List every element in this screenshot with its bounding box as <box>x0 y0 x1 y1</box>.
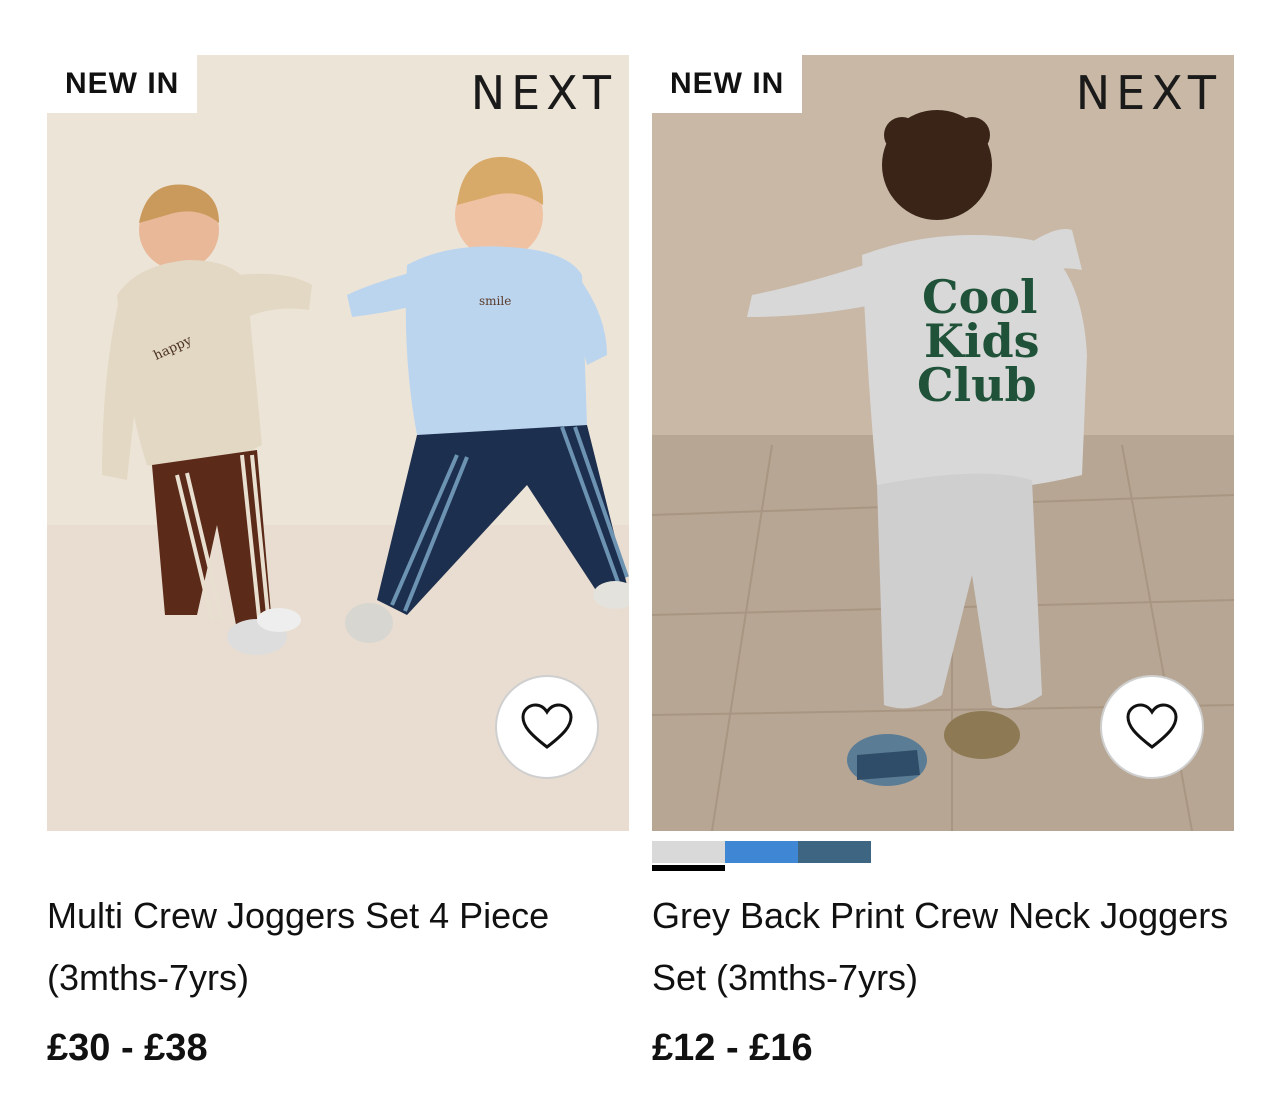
brand-logo: NEXT <box>470 66 617 120</box>
print-text: smile <box>479 294 511 308</box>
product-price: £30 - £38 <box>47 1027 208 1069</box>
product-card[interactable]: happy smile NEW IN NEXT Multi Crew Jogge… <box>47 55 629 1069</box>
favourite-button[interactable] <box>1100 675 1204 779</box>
colour-swatches <box>652 841 871 871</box>
product-image[interactable]: Cool Kids Club NEW IN NEXT <box>652 55 1234 831</box>
product-title[interactable]: Grey Back Print Crew Neck Joggers Set (3… <box>652 885 1232 1009</box>
product-price: £12 - £16 <box>652 1027 813 1069</box>
product-title[interactable]: Multi Crew Joggers Set 4 Piece (3mths-7y… <box>47 885 627 1009</box>
brand-logo: NEXT <box>1075 66 1222 120</box>
product-image[interactable]: happy smile NEW IN NEXT <box>47 55 629 831</box>
print-text-line: Club <box>917 358 1037 412</box>
heart-outline-icon <box>1126 703 1178 749</box>
heart-outline-icon <box>521 703 573 749</box>
favourite-button[interactable] <box>495 675 599 779</box>
swatch-grey[interactable] <box>652 841 725 871</box>
swatch-navy[interactable] <box>798 841 871 863</box>
new-in-badge: NEW IN <box>47 55 198 113</box>
new-in-badge: NEW IN <box>652 55 803 113</box>
swatch-blue[interactable] <box>725 841 798 863</box>
product-card[interactable]: Cool Kids Club NEW IN NEXT Grey Back Pri… <box>652 55 1234 1069</box>
